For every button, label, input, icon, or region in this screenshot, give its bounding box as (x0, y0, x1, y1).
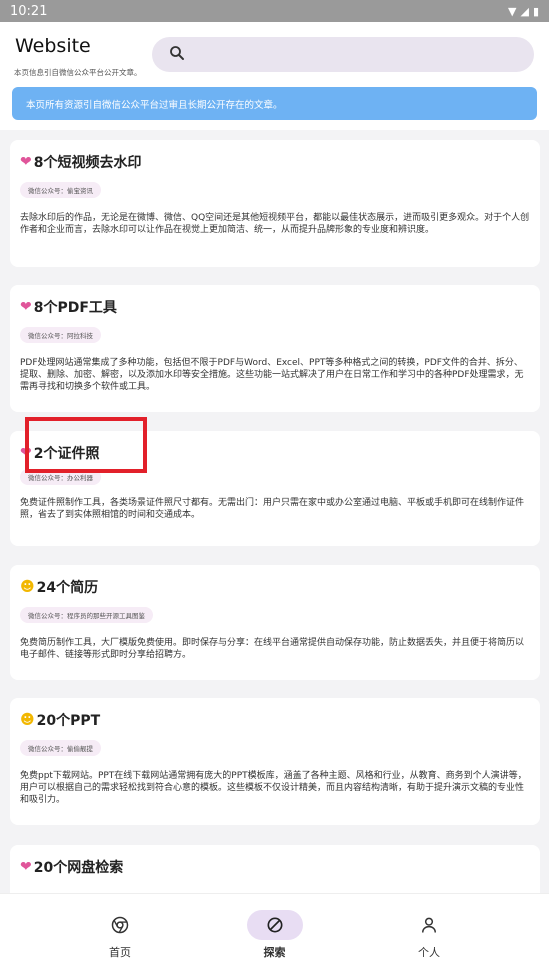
compass-icon (246, 910, 303, 940)
source-tag: 微信公众号：程序员的那些开源工具图鉴 (20, 607, 153, 623)
source-tag: 微信公众号：偷宝资讯 (20, 182, 101, 198)
bottom-nav: 首页 探索 个人 (0, 893, 549, 976)
list-item[interactable]: ☻ 24个简历 微信公众号：程序员的那些开源工具图鉴 免费简历制作工具，大厂模版免… (10, 565, 540, 680)
list-item[interactable]: ❤ 20个网盘检索 (10, 845, 540, 893)
card-description: 免费证件照制作工具，各类场景证件照尺寸都有。无需出门：用户只需在家中或办公室通过… (20, 498, 525, 520)
search-icon (168, 44, 186, 66)
card-description: 去除水印后的作品，无论是在微博、微信、QQ空间还是其他短视频平台，都能以最佳状态… (20, 213, 530, 235)
nav-explore-label: 探索 (263, 946, 286, 959)
list-item[interactable]: ☻ 20个PPT 微信公众号：偷偷靓提 免费ppt下载网站。PPT在线下载网站通常… (10, 698, 540, 825)
nav-explore[interactable]: 探索 (215, 894, 335, 976)
battery-icon: ▮ (532, 4, 539, 18)
status-icons: ▼ ◢ ▮ (508, 5, 539, 18)
heart-icon: ❤ (20, 859, 32, 875)
source-tag: 微信公众号：办公利器 (20, 469, 101, 485)
card-title: 2个证件照 (33, 446, 100, 462)
card-title: 24个简历 (36, 580, 99, 596)
source-tag: 微信公众号：阿拉科技 (20, 327, 101, 343)
nav-home[interactable]: 首页 (60, 894, 180, 976)
nav-profile[interactable]: 个人 (369, 894, 489, 976)
card-title: 20个网盘检索 (33, 860, 124, 876)
header: Website 本页信息引自微信公众平台公开文章。 本页所有资源引自微信公众平台… (0, 22, 549, 130)
signal-icon: ◢ (520, 4, 529, 18)
card-description: PDF处理网站通常集成了多种功能，包括但不限于PDF与Word、Excel、PP… (20, 358, 524, 392)
list-item[interactable]: ❤ 8个PDF工具 微信公众号：阿拉科技 PDF处理网站通常集成了多种功能，包括但… (10, 285, 540, 412)
heart-icon: ❤ (20, 445, 32, 461)
nav-profile-label: 个人 (418, 946, 440, 959)
list-item[interactable]: ❤ 8个短视频去水印 微信公众号：偷宝资讯 去除水印后的作品，无论是在微博、微信、… (10, 140, 540, 267)
card-title: 8个PDF工具 (33, 300, 117, 316)
card-description: 免费简历制作工具，大厂模版免费使用。即时保存与分享：在线平台通常提供自动保存功能… (20, 638, 525, 660)
status-time: 10:21 (10, 3, 48, 19)
card-title: 8个短视频去水印 (33, 155, 142, 171)
card-title: 20个PPT (36, 713, 101, 729)
app-title: Website (15, 35, 91, 57)
status-bar: 10:21 ▼ ◢ ▮ (0, 0, 549, 22)
list-item[interactable]: ❤ 2个证件照 微信公众号：办公利器 免费证件照制作工具，各类场景证件照尺寸都有。… (10, 431, 540, 546)
smile-icon: ☻ (20, 712, 35, 728)
chrome-icon (92, 910, 148, 940)
person-icon (401, 910, 457, 940)
nav-home-label: 首页 (109, 946, 131, 959)
wifi-icon: ▼ (508, 4, 517, 18)
heart-icon: ❤ (20, 299, 32, 315)
search-bar[interactable] (152, 37, 534, 72)
notice-banner: 本页所有资源引自微信公众平台过审且长期公开存在的文章。 (12, 87, 537, 120)
heart-icon: ❤ (20, 154, 32, 170)
feed-list[interactable]: ❤ 8个短视频去水印 微信公众号：偷宝资讯 去除水印后的作品，无论是在微博、微信、… (0, 130, 549, 893)
app-subtitle: 本页信息引自微信公众平台公开文章。 (14, 68, 142, 77)
card-description: 免费ppt下载网站。PPT在线下载网站通常拥有庞大的PPT模板库，涵盖了各种主题… (20, 771, 527, 805)
source-tag: 微信公众号：偷偷靓提 (20, 740, 101, 756)
smile-icon: ☻ (20, 579, 35, 595)
